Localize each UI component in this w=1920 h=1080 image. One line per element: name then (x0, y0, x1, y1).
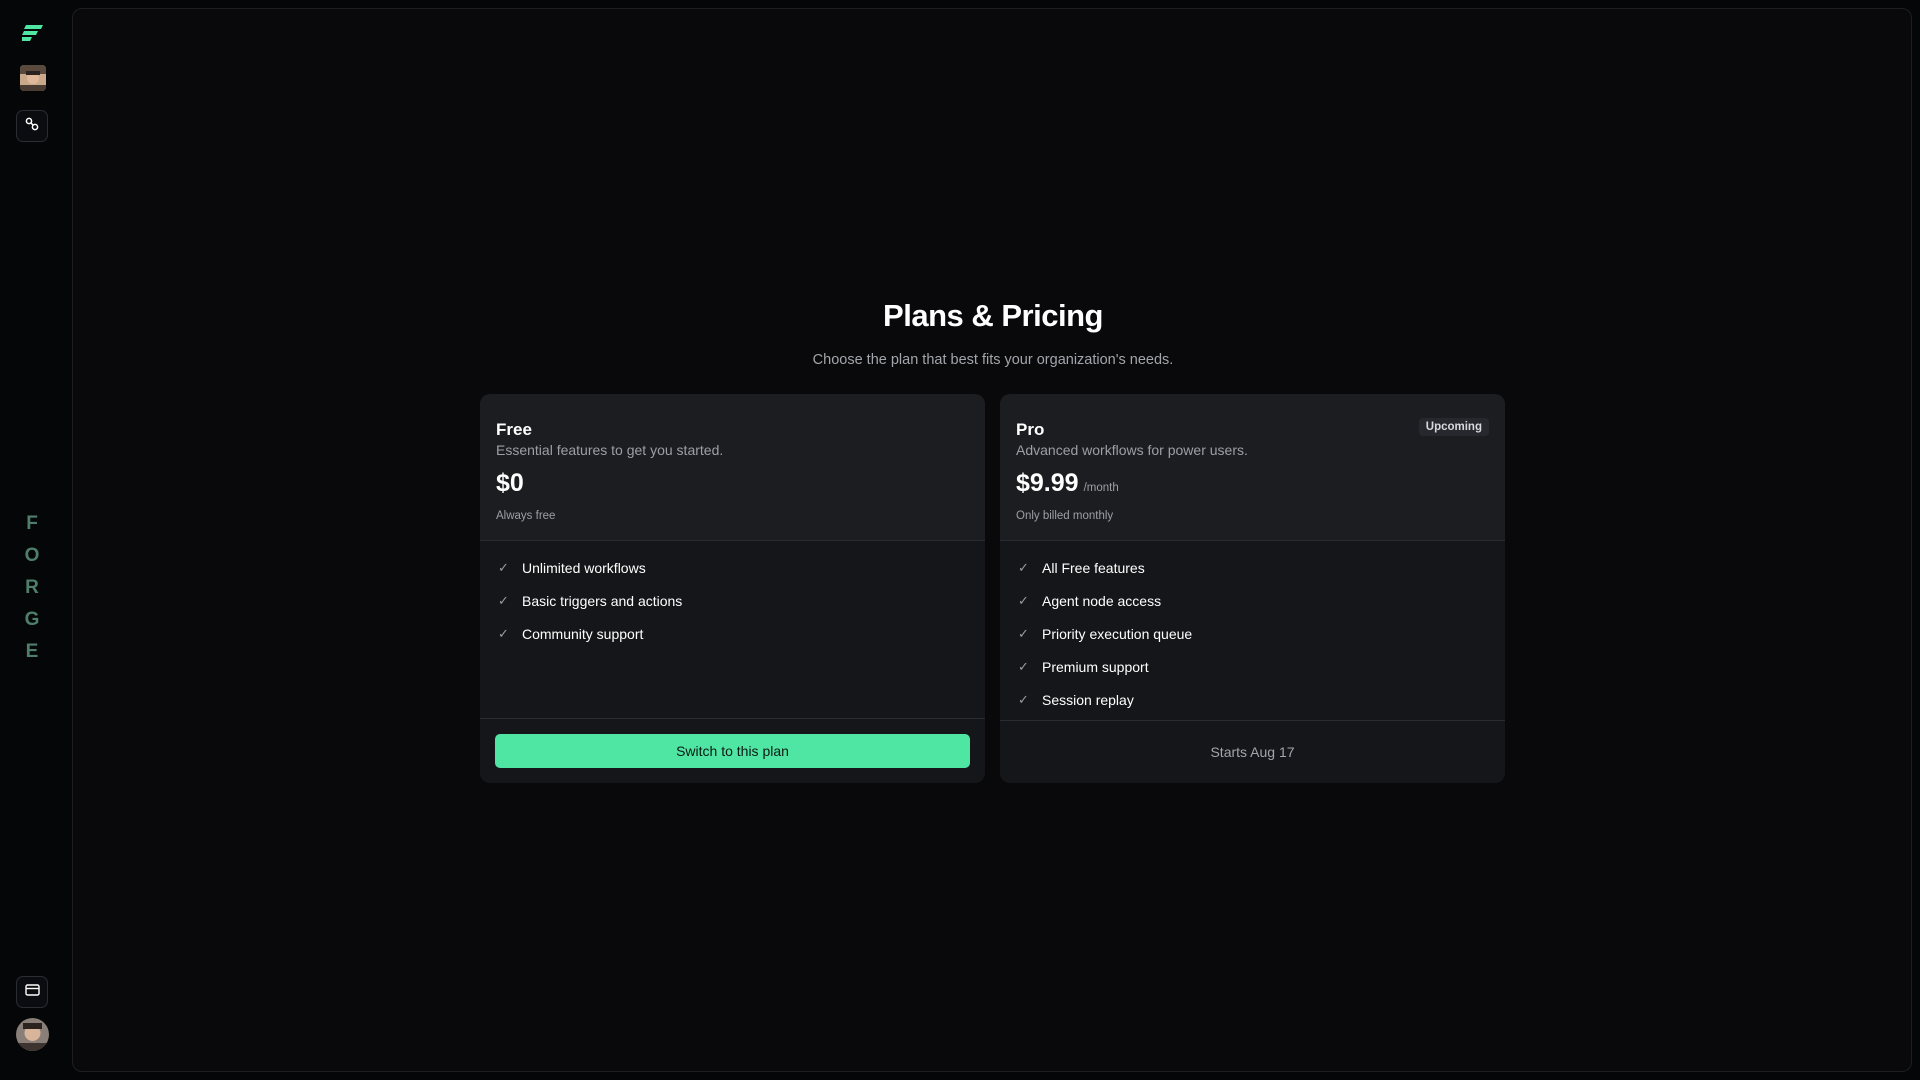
plan-price: $0 (496, 469, 524, 497)
credit-card-icon (24, 983, 40, 1001)
plan-name: Free (496, 420, 532, 439)
feature-label: Priority execution queue (1042, 625, 1193, 642)
workspace-avatar[interactable] (20, 65, 46, 91)
price-note: Always free (496, 510, 556, 522)
plan-card-free: Free Essential features to get you start… (480, 394, 985, 783)
plan-card-footer: Switch to this plan (480, 718, 985, 783)
brand-letter: R (25, 577, 39, 598)
page-title: Plans & Pricing (883, 298, 1103, 333)
plan-card-header: Free Essential features to get you start… (480, 394, 985, 541)
plan-description: Essential features to get you started. (496, 442, 724, 458)
feature-item: ✓ Premium support (1016, 650, 1192, 683)
sidebar: F O R G E (0, 0, 64, 1080)
check-icon: ✓ (498, 559, 509, 575)
feature-item: ✓ All Free features (1016, 551, 1192, 584)
brand-letter: E (25, 641, 39, 662)
brand-wordmark: F O R G E (0, 508, 64, 668)
feature-item: ✓ Unlimited workflows (496, 551, 682, 584)
switch-plan-button[interactable]: Switch to this plan (495, 734, 970, 768)
feature-label: All Free features (1042, 559, 1145, 576)
feature-label: Session replay (1042, 691, 1134, 708)
feature-item: ✓ Agent node access (1016, 584, 1192, 617)
plan-start-date: Starts Aug 17 (1210, 744, 1295, 760)
user-avatar[interactable] (16, 1018, 49, 1051)
price-row: $0 (496, 469, 524, 498)
price-note: Only billed monthly (1016, 510, 1114, 522)
feature-label: Basic triggers and actions (522, 592, 683, 609)
brand-letter: O (24, 545, 40, 566)
check-icon: ✓ (1018, 559, 1029, 575)
forge-logo-icon[interactable] (22, 24, 44, 42)
workflows-nav-button[interactable] (16, 110, 48, 142)
feature-item: ✓ Community support (496, 617, 682, 650)
price-row: $9.99 /month (1016, 469, 1119, 498)
feature-list: ✓ All Free features ✓ Agent node access ✓ P… (1016, 551, 1192, 716)
upcoming-badge: Upcoming (1418, 418, 1489, 436)
plan-card-header: Pro Upcoming Advanced workflows for powe… (1000, 394, 1505, 541)
plan-price: $9.99 (1016, 469, 1079, 497)
feature-list: ✓ Unlimited workflows ✓ Basic triggers and… (496, 551, 682, 650)
check-icon: ✓ (498, 592, 509, 608)
check-icon: ✓ (1018, 625, 1029, 641)
check-icon: ✓ (1018, 592, 1029, 608)
billing-nav-button[interactable] (16, 976, 48, 1008)
brand-letter: G (24, 609, 40, 630)
price-period: /month (1083, 482, 1119, 494)
main-panel: Plans & Pricing Choose the plan that bes… (72, 8, 1912, 1072)
feature-label: Community support (522, 625, 644, 642)
brand-letter: F (26, 513, 38, 534)
check-icon: ✓ (498, 625, 509, 641)
check-icon: ✓ (1018, 691, 1029, 707)
feature-label: Agent node access (1042, 592, 1162, 609)
plan-name: Pro (1016, 420, 1045, 439)
plan-card-footer: Starts Aug 17 (1000, 720, 1505, 783)
feature-item: ✓ Priority execution queue (1016, 617, 1192, 650)
feature-item: ✓ Basic triggers and actions (496, 584, 682, 617)
feature-label: Unlimited workflows (522, 559, 646, 576)
page-subtitle: Choose the plan that best fits your orga… (812, 352, 1174, 368)
plan-description: Advanced workflows for power users. (1016, 442, 1248, 458)
check-icon: ✓ (1018, 658, 1029, 674)
plan-card-pro: Pro Upcoming Advanced workflows for powe… (1000, 394, 1505, 783)
link-icon (25, 117, 39, 136)
feature-label: Premium support (1042, 658, 1149, 675)
feature-item: ✓ Session replay (1016, 683, 1192, 716)
